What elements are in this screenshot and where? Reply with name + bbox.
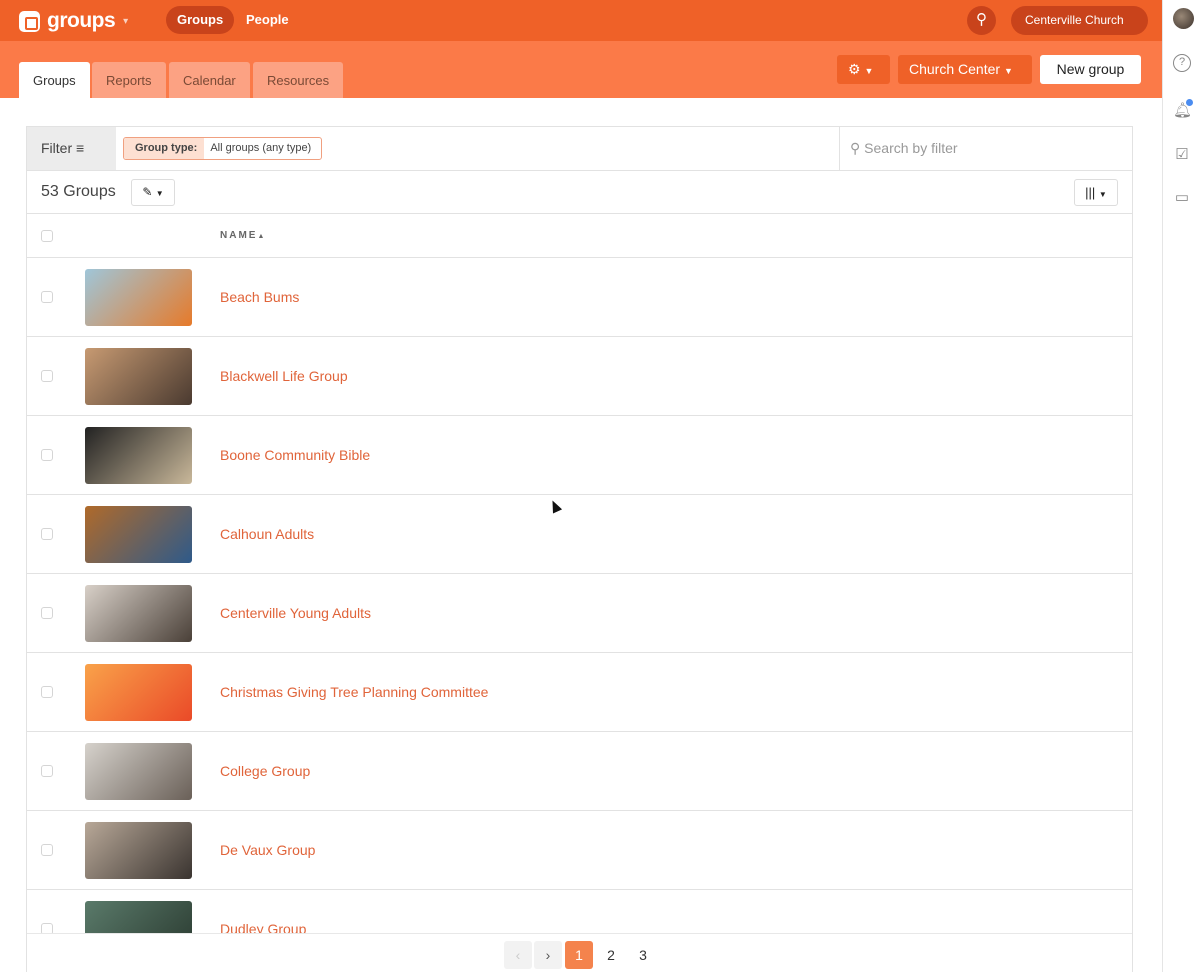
group-thumbnail — [85, 348, 192, 405]
nav-groups[interactable]: Groups — [166, 6, 235, 34]
filter-bar: Filter ≡ Group type: All groups (any type… — [27, 127, 1132, 171]
group-thumbnail — [85, 269, 192, 326]
group-name-link[interactable]: Blackwell Life Group — [220, 368, 348, 384]
groups-panel: Filter ≡ Group type: All groups (any type… — [26, 126, 1133, 973]
row-checkbox[interactable] — [41, 370, 53, 382]
group-name-link[interactable]: Boone Community Bible — [220, 447, 370, 463]
groups-list: Beach Bums Blackwell Life Group Boone Co… — [27, 258, 1132, 969]
table-header: NAME▲ — [27, 214, 1132, 258]
table-row[interactable]: Blackwell Life Group — [27, 337, 1132, 416]
row-checkbox[interactable] — [41, 449, 53, 461]
page-3[interactable]: 3 — [629, 941, 657, 969]
sub-navbar: Groups Reports Calendar Resources ⚙ ▼ Ch… — [0, 41, 1162, 98]
search-input[interactable]: ⚲ Search by filter — [839, 127, 1133, 170]
new-group-button[interactable]: New group — [1040, 55, 1141, 84]
group-thumbnail — [85, 506, 192, 563]
help-icon[interactable]: ? — [1173, 54, 1191, 72]
pagination: ‹ › 1 2 3 — [27, 933, 1132, 973]
org-name: Centerville Church — [1025, 13, 1124, 27]
group-thumbnail — [85, 664, 192, 721]
table-row[interactable]: Christmas Giving Tree Planning Committee — [27, 653, 1132, 732]
group-thumbnail — [85, 822, 192, 879]
search-placeholder: Search by filter — [864, 140, 958, 156]
church-center-button[interactable]: Church Center ▼ — [898, 55, 1032, 84]
search-icon: ⚲ — [850, 140, 861, 156]
row-checkbox[interactable] — [41, 844, 53, 856]
row-checkbox[interactable] — [41, 528, 53, 540]
chat-icon[interactable]: ▭ — [1173, 189, 1191, 207]
tab-resources[interactable]: Resources — [253, 62, 344, 98]
pencil-icon: ✎ — [142, 185, 153, 199]
select-all-checkbox[interactable] — [41, 230, 53, 242]
organization-switcher[interactable]: Centerville Church — [1011, 6, 1148, 35]
right-rail: ? 🔔︎ ☑ ▭ — [1162, 0, 1200, 972]
bulk-edit-button[interactable]: ✎ ▼ — [131, 179, 175, 206]
avatar[interactable] — [1173, 8, 1194, 29]
top-navbar: groups ▾ Groups People ⚲ Centerville Chur… — [0, 0, 1162, 41]
row-checkbox[interactable] — [41, 607, 53, 619]
gear-icon: ⚙ — [848, 61, 861, 77]
bell-icon[interactable]: 🔔︎ — [1173, 99, 1193, 120]
groups-logo-icon — [19, 10, 40, 32]
filter-label: Filter — [41, 140, 73, 156]
group-thumbnail — [85, 743, 192, 800]
group-thumbnail — [85, 585, 192, 642]
filter-button[interactable]: Filter ≡ — [27, 127, 116, 170]
search-icon[interactable]: ⚲ — [967, 6, 996, 35]
settings-button[interactable]: ⚙ ▼ — [837, 55, 890, 84]
filter-icon: ≡ — [76, 140, 85, 156]
page-2[interactable]: 2 — [597, 941, 625, 969]
sort-asc-icon: ▲ — [257, 233, 267, 240]
group-name-link[interactable]: Christmas Giving Tree Planning Committee — [220, 684, 488, 700]
chip-value: All groups (any type) — [210, 142, 312, 154]
page-1[interactable]: 1 — [565, 941, 593, 969]
app-name: groups — [47, 9, 116, 32]
table-row[interactable]: Boone Community Bible — [27, 416, 1132, 495]
name-column-header[interactable]: NAME▲ — [220, 230, 266, 241]
group-count: 53 Groups — [41, 183, 116, 200]
next-page-button[interactable]: › — [534, 941, 562, 969]
chevron-down-icon: ▾ — [123, 15, 128, 27]
tab-groups[interactable]: Groups — [19, 62, 90, 98]
table-row[interactable]: De Vaux Group — [27, 811, 1132, 890]
row-checkbox[interactable] — [41, 765, 53, 777]
columns-icon: ||| — [1085, 185, 1096, 200]
group-name-link[interactable]: Calhoun Adults — [220, 526, 314, 542]
tab-calendar[interactable]: Calendar — [169, 62, 250, 98]
church-center-label: Church Center — [909, 61, 1001, 77]
row-checkbox[interactable] — [41, 291, 53, 303]
group-thumbnail — [85, 427, 192, 484]
tab-reports[interactable]: Reports — [92, 62, 166, 98]
table-row[interactable]: Calhoun Adults — [27, 495, 1132, 574]
table-row[interactable]: Beach Bums — [27, 258, 1132, 337]
columns-button[interactable]: ||| ▼ — [1074, 179, 1118, 206]
clipboard-check-icon[interactable]: ☑ — [1173, 146, 1191, 164]
group-name-link[interactable]: College Group — [220, 763, 310, 779]
group-name-link[interactable]: Beach Bums — [220, 289, 299, 305]
nav-people[interactable]: People — [235, 6, 300, 34]
group-name-link[interactable]: De Vaux Group — [220, 842, 315, 858]
table-row[interactable]: College Group — [27, 732, 1132, 811]
chip-key: Group type: — [124, 138, 205, 159]
prev-page-button[interactable]: ‹ — [504, 941, 532, 969]
app-switcher[interactable]: groups ▾ — [19, 9, 128, 33]
name-header-label: NAME — [220, 230, 258, 241]
group-type-filter-chip[interactable]: Group type: All groups (any type) — [123, 137, 323, 160]
row-checkbox[interactable] — [41, 686, 53, 698]
count-bar: 53 Groups ✎ ▼ ||| ▼ — [27, 171, 1132, 214]
table-row[interactable]: Centerville Young Adults — [27, 574, 1132, 653]
group-name-link[interactable]: Centerville Young Adults — [220, 605, 371, 621]
